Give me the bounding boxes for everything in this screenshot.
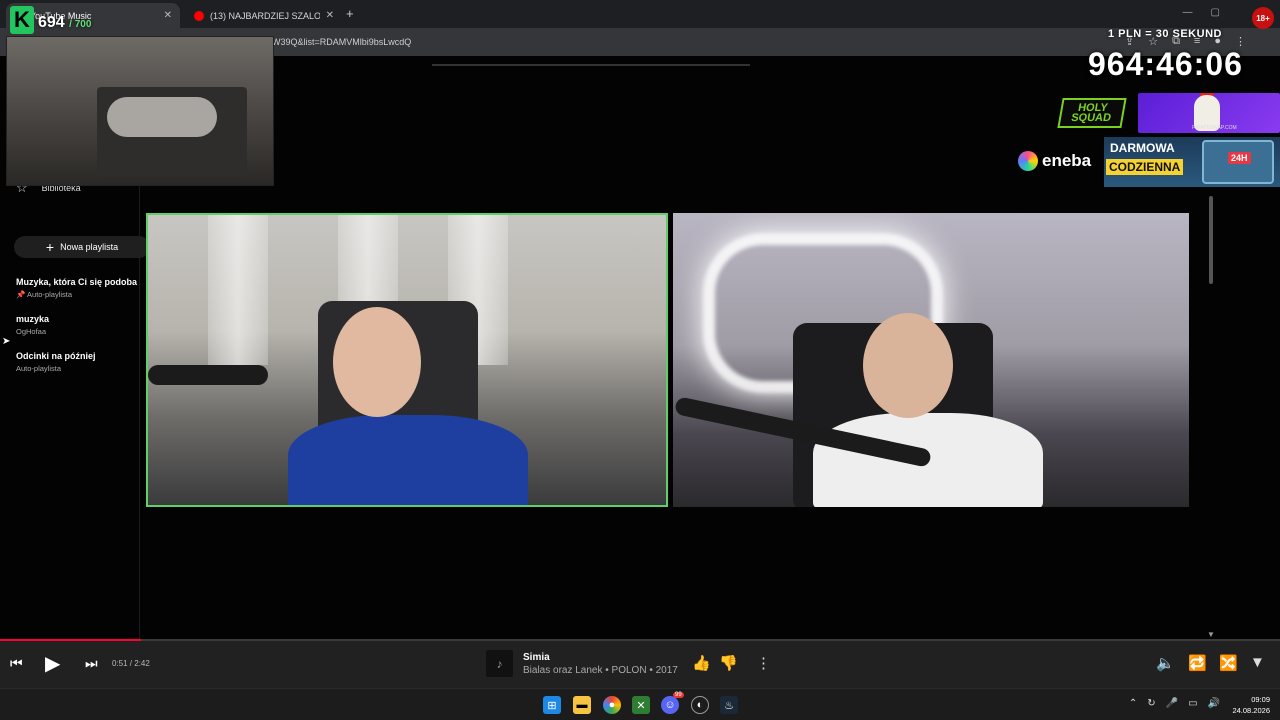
close-tab-icon[interactable]: ✕ bbox=[326, 10, 334, 21]
bed-sheets bbox=[107, 97, 217, 137]
bedroom-webcam-overlay bbox=[6, 36, 274, 186]
discord-icon[interactable]: ☺ bbox=[661, 696, 679, 714]
steam-icon[interactable]: ♨ bbox=[720, 696, 738, 714]
expand-player-icon[interactable]: ▼ bbox=[1250, 654, 1265, 671]
song-title[interactable]: Simia bbox=[523, 652, 550, 663]
shuffle-icon[interactable]: 🔀 bbox=[1219, 654, 1238, 672]
microphone-icon[interactable]: 🎤 bbox=[1166, 698, 1178, 709]
screen: YouTube Music ✕ (13) NAJBARDZIEJ SZALONA… bbox=[0, 0, 1280, 720]
microphone-arm bbox=[148, 365, 268, 385]
page-header-line bbox=[432, 64, 750, 66]
plus-icon: + bbox=[45, 239, 55, 255]
playlist-subtitle: Auto-playlista bbox=[16, 364, 62, 373]
follower-goal-counter: 694 / 700 bbox=[38, 14, 91, 32]
player-bar: ⏮ ▶ ⏭ 0:51 / 2:42 ♪ Simia Bialas oraz La… bbox=[0, 641, 1280, 688]
new-tab-button[interactable]: + bbox=[346, 6, 354, 21]
thumbs-up-icon[interactable]: 👍 bbox=[692, 654, 711, 672]
next-track-icon[interactable]: ⏭ bbox=[85, 655, 98, 672]
playlist-title: Muzyka, która Ci się podoba bbox=[16, 277, 138, 287]
age-restriction-badge: 18+ bbox=[1252, 7, 1274, 29]
playlist-item[interactable]: Muzyka, która Ci się podoba 📌 Auto-playl… bbox=[16, 277, 140, 299]
playlist-title: Odcinki na później bbox=[16, 351, 96, 361]
holy-squad-logo: HOLY SQUAD bbox=[1057, 98, 1127, 128]
obs-icon[interactable]: ◐ bbox=[691, 696, 709, 714]
loot-box-label: 24H bbox=[1228, 152, 1251, 164]
system-clock[interactable]: 09:09 24.08.2026 bbox=[1232, 694, 1270, 716]
video-feed-left[interactable] bbox=[146, 213, 668, 507]
speaker-icon[interactable]: 🔊 bbox=[1208, 698, 1220, 709]
playlist-subtitle-text: Auto-playlista bbox=[27, 290, 73, 299]
windows-taskbar: ⊞ ▬ ● ✕ ☺ 99 ◐ ♨ ⌃ ↻ 🎤 ▭ 🔊 09:09 24.08.2… bbox=[0, 688, 1280, 720]
song-subtitle[interactable]: Bialas oraz Lanek • POLON • 2017 bbox=[523, 665, 678, 676]
playlist-subtitle: 📌 Auto-playlista bbox=[16, 290, 140, 299]
mouse-cursor-icon: ➤ bbox=[2, 336, 11, 347]
follower-count: 694 bbox=[38, 14, 65, 31]
file-explorer-icon[interactable]: ▬ bbox=[573, 696, 591, 714]
network-icon[interactable]: ▭ bbox=[1188, 698, 1197, 709]
new-playlist-button[interactable]: + Nowa playlista bbox=[14, 236, 150, 258]
sponsor-site-text: PIRATESWAP.COM bbox=[1192, 125, 1237, 131]
browser-tab-bar: YouTube Music ✕ (13) NAJBARDZIEJ SZALONA… bbox=[0, 0, 1280, 28]
volume-icon[interactable]: 🔈 bbox=[1156, 654, 1175, 672]
playlist-subtitle: OgHofaa bbox=[16, 327, 47, 336]
scrollbar-thumb[interactable] bbox=[1209, 196, 1213, 284]
daily-free-promo-banner: 24H DARMOWA CODZIENNA bbox=[1104, 137, 1280, 187]
clock-time: 09:09 bbox=[1251, 695, 1270, 704]
pin-icon: 📌 bbox=[16, 290, 26, 299]
person-head bbox=[333, 307, 421, 417]
new-playlist-label: Nowa playlista bbox=[60, 242, 119, 252]
scroll-down-icon[interactable]: ▼ bbox=[1207, 630, 1215, 639]
promo-line-2: CODZIENNA bbox=[1106, 159, 1184, 175]
playlist-item[interactable]: Odcinki na później Auto-playlista bbox=[16, 351, 140, 373]
loot-box-icon: 24H bbox=[1202, 140, 1274, 184]
eneba-logo-icon bbox=[1018, 151, 1038, 171]
promo-line-1: DARMOWA bbox=[1110, 141, 1175, 155]
follower-goal: / 700 bbox=[69, 19, 92, 30]
youtube-favicon-icon bbox=[194, 10, 204, 21]
clock-date: 24.08.2026 bbox=[1232, 706, 1270, 715]
curtain-decoration bbox=[208, 215, 268, 365]
thumbs-down-icon[interactable]: 👎 bbox=[719, 654, 738, 672]
brand-logo-badge: K bbox=[10, 6, 34, 34]
repeat-icon[interactable]: 🔁 bbox=[1188, 654, 1207, 672]
discord-badge: 99 bbox=[673, 692, 684, 698]
subathon-timer: 964:46:06 bbox=[1088, 46, 1243, 82]
url-field[interactable]: W39Q&list=RDAMVMlbi9bsLwcdQ bbox=[272, 37, 411, 47]
tray-expand-icon[interactable]: ⌃ bbox=[1129, 698, 1137, 709]
excel-icon[interactable]: ✕ bbox=[632, 696, 650, 714]
chrome-icon[interactable]: ● bbox=[603, 696, 621, 714]
previous-track-icon[interactable]: ⏮ bbox=[10, 655, 23, 672]
donation-rate-text: 1 PLN = 30 SEKUND bbox=[1108, 28, 1222, 40]
more-options-icon[interactable]: ⋮ bbox=[756, 654, 771, 672]
eneba-text: eneba bbox=[1042, 151, 1092, 170]
person-head bbox=[863, 313, 953, 418]
pirateswap-banner: PIRATESWAP.COM bbox=[1138, 93, 1280, 133]
tab-youtube-video[interactable]: (13) NAJBARDZIEJ SZALONA G ✕ bbox=[186, 3, 342, 28]
maximize-icon[interactable]: ▢ bbox=[1211, 7, 1220, 18]
sync-icon[interactable]: ↻ bbox=[1147, 698, 1155, 709]
close-tab-icon[interactable]: ✕ bbox=[164, 10, 172, 21]
tab-title: (13) NAJBARDZIEJ SZALONA G bbox=[210, 10, 320, 21]
window-controls: — ▢ bbox=[1183, 7, 1220, 18]
play-button[interactable]: ▶ bbox=[45, 651, 60, 676]
playlist-title: muzyka bbox=[16, 314, 50, 324]
playback-time: 0:51 / 2:42 bbox=[112, 659, 150, 668]
windows-start-icon[interactable]: ⊞ bbox=[543, 696, 561, 714]
album-art[interactable]: ♪ bbox=[486, 650, 513, 677]
video-feed-right[interactable] bbox=[673, 213, 1189, 507]
system-tray: ⌃ ↻ 🎤 ▭ 🔊 bbox=[1129, 698, 1220, 709]
eneba-logo: eneba bbox=[1018, 151, 1091, 171]
person-torso bbox=[288, 415, 528, 505]
playlist-item[interactable]: muzyka OgHofaa bbox=[16, 314, 140, 336]
minimize-icon[interactable]: — bbox=[1183, 7, 1193, 18]
